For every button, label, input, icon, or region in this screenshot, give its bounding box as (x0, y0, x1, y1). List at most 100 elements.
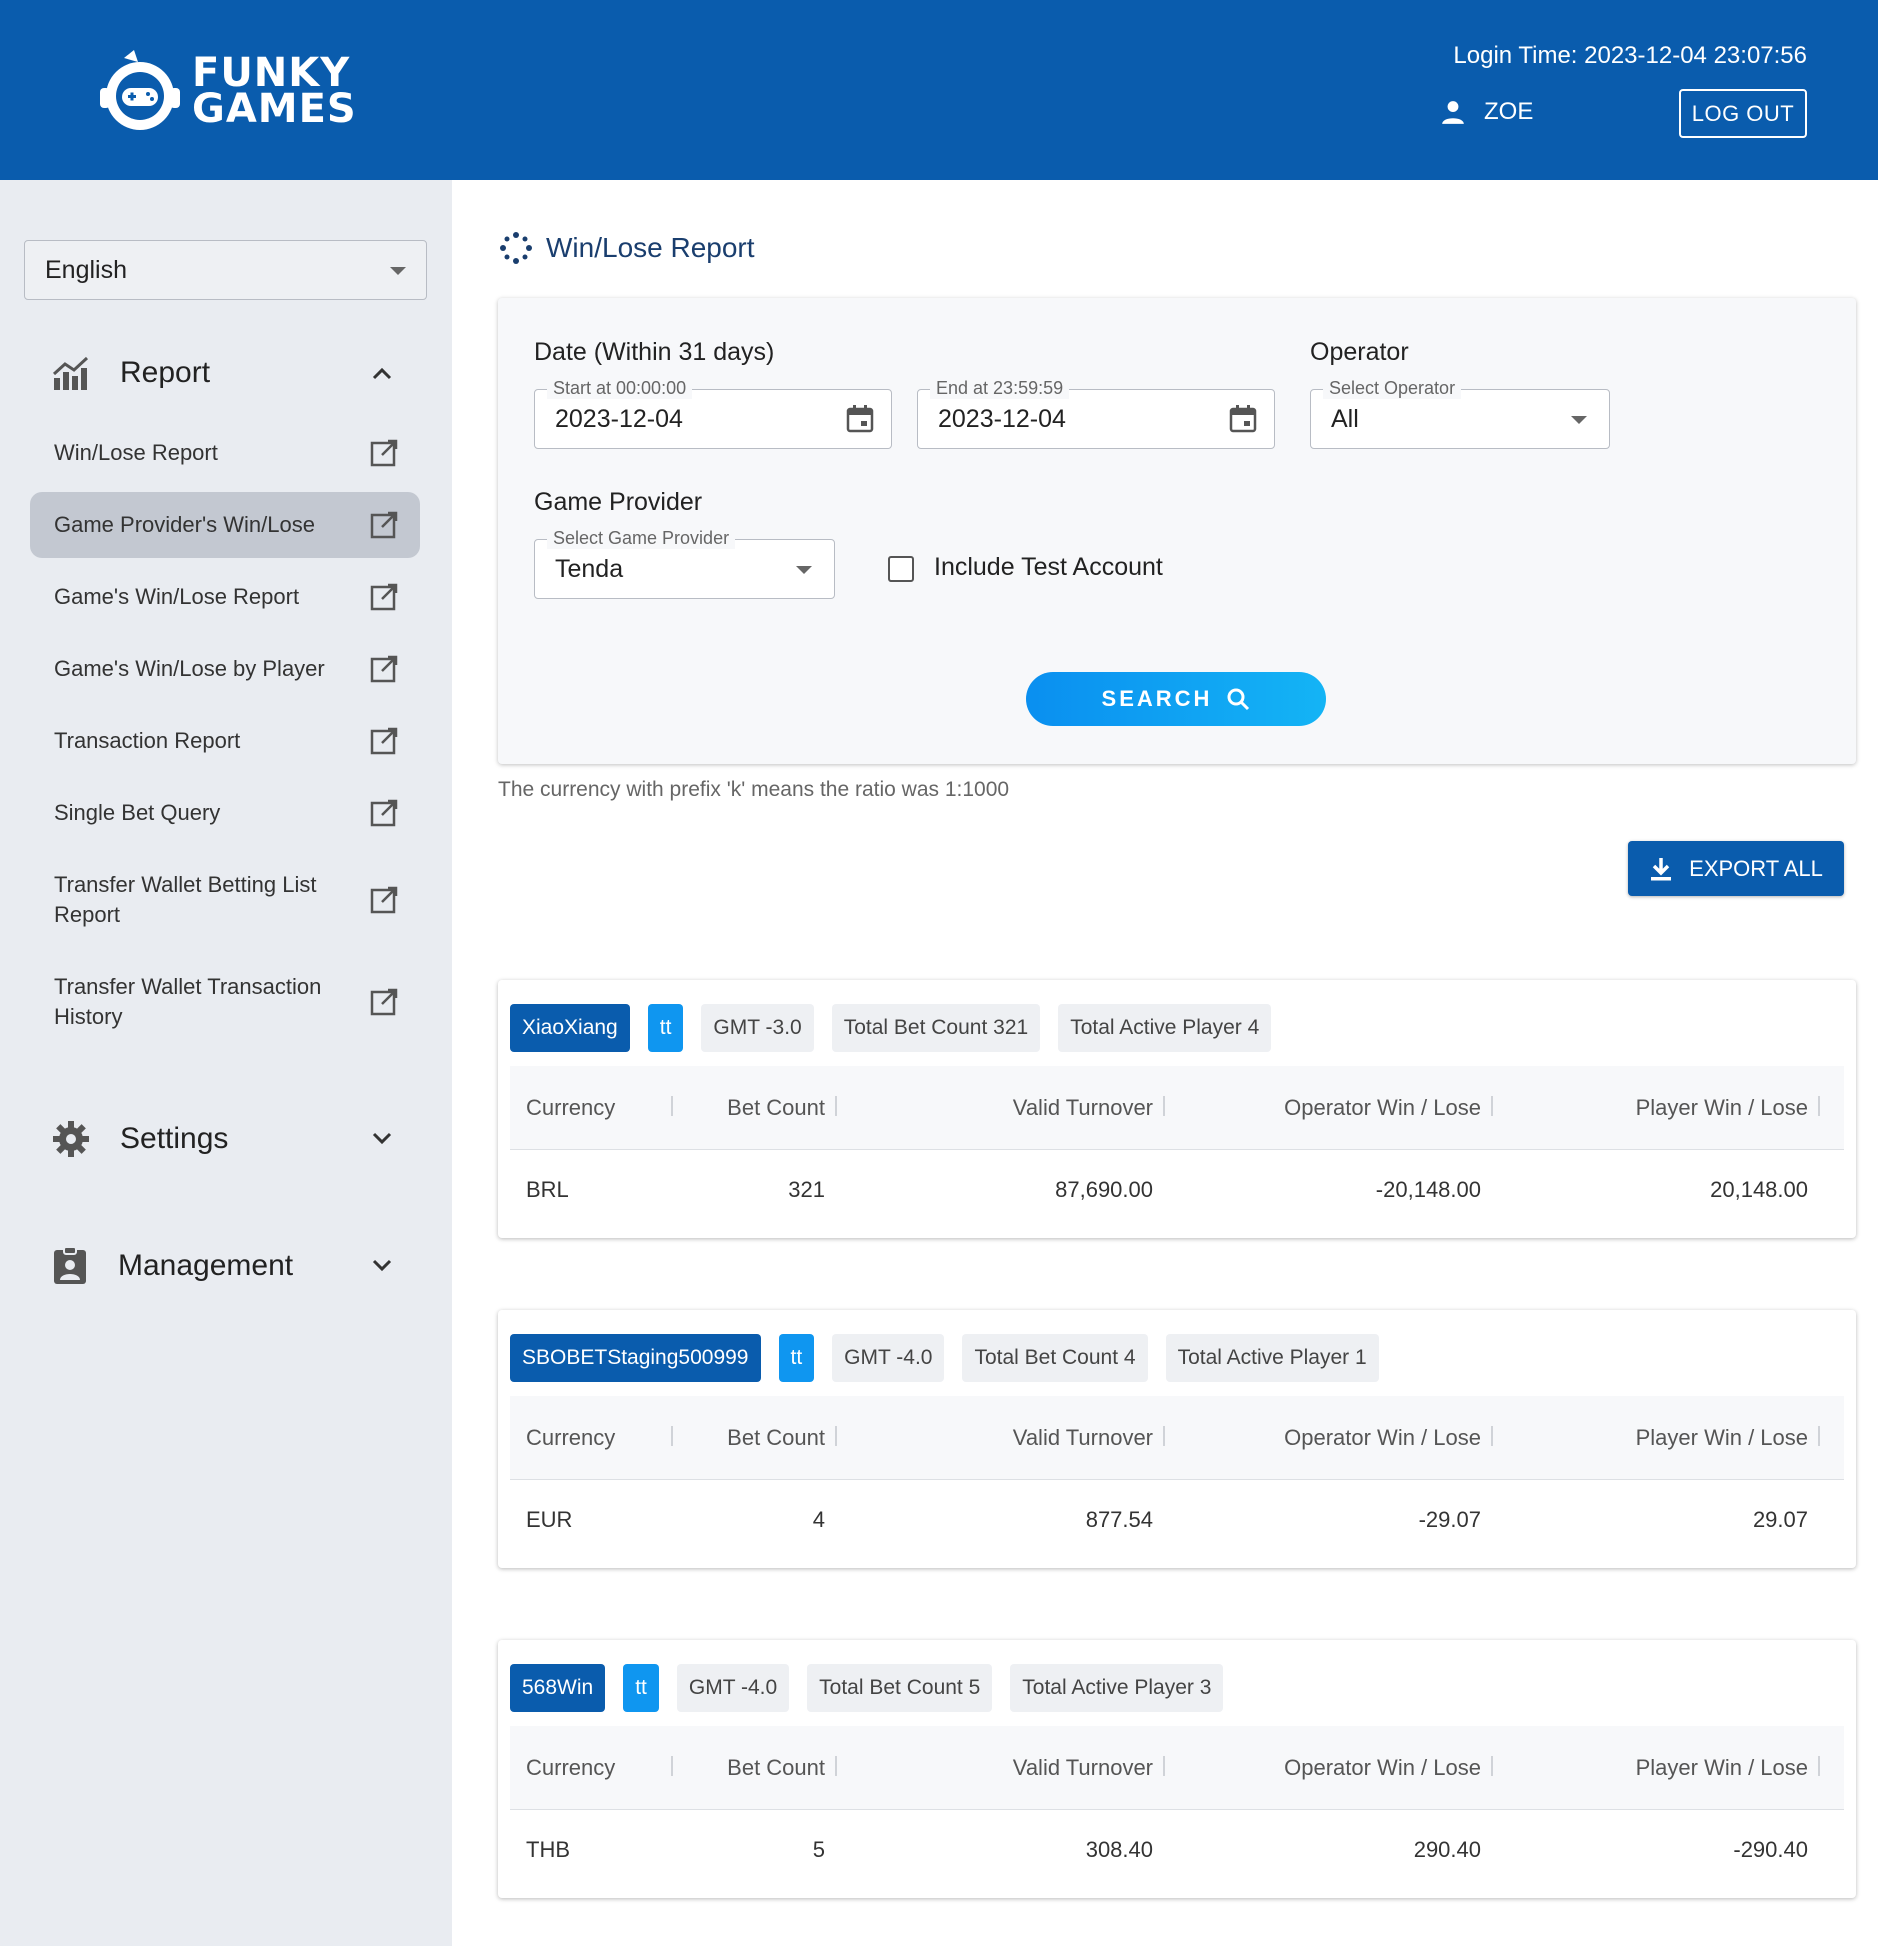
sidebar-item-label: Transfer Wallet Betting List Report (54, 872, 317, 927)
sidebar-item-transfer-wallet-betting-list[interactable]: Transfer Wallet Betting List Report (30, 858, 420, 942)
include-test-account-label[interactable]: Include Test Account (934, 553, 1163, 582)
operator-legend: Select Operator (1323, 377, 1462, 399)
operator-card: XiaoXiang tt GMT -3.0 Total Bet Count 32… (498, 980, 1856, 1238)
end-date-value: 2023-12-04 (938, 404, 1066, 433)
download-icon (1651, 857, 1672, 880)
start-date-value: 2023-12-04 (555, 404, 683, 433)
column-player-win-lose[interactable]: Player Win / Lose (510, 1396, 1808, 1479)
sidebar-item-win-lose-report[interactable]: Win/Lose Report (30, 420, 420, 486)
cell-player-win-lose: -290.40 (1733, 1837, 1808, 1862)
column-player-win-lose[interactable]: Player Win / Lose (510, 1726, 1808, 1809)
dropdown-arrow-icon (1571, 416, 1587, 424)
operator-tag-chip: tt (623, 1664, 659, 1712)
search-button-label: SEARCH (1101, 686, 1213, 711)
table-row: THB 5 308.40 290.40 -290.40 (510, 1810, 1844, 1890)
page-title: Win/Lose Report (500, 232, 755, 264)
table-row: BRL 321 87,690.00 -20,148.00 20,148.00 (510, 1150, 1844, 1230)
operator-chips: SBOBETStaging500999 tt GMT -4.0 Total Be… (510, 1334, 1379, 1382)
open-external-icon[interactable] (370, 886, 398, 914)
report-section-label: Report (120, 356, 211, 389)
operator-tag-chip: tt (647, 1004, 684, 1052)
brand-line-2: GAMES (192, 86, 357, 132)
sidebar: English Report Win/Lose Report Game Prov… (0, 180, 452, 1946)
sidebar-item-label: Transaction Report (54, 728, 241, 753)
chevron-up-icon[interactable] (372, 366, 392, 380)
operator-card: SBOBETStaging500999 tt GMT -4.0 Total Be… (498, 1310, 1856, 1568)
date-label: Date (Within 31 days) (534, 338, 775, 366)
table-header: Currency Bet Count Valid Turnover Operat… (510, 1396, 1844, 1480)
filter-panel: Date (Within 31 days) Start at 00:00:00 … (498, 298, 1856, 764)
sidebar-item-transaction-report[interactable]: Transaction Report (30, 708, 420, 774)
gear-icon (53, 1121, 89, 1157)
total-active-player-chip: Total Active Player 1 (1165, 1334, 1379, 1382)
operator-name-chip: 568Win (510, 1664, 606, 1712)
page-title-text: Win/Lose Report (546, 232, 755, 263)
operator-value: All (1331, 404, 1359, 433)
sidebar-item-label: Game's Win/Lose Report (54, 584, 300, 609)
funky-games-logo[interactable]: FUNKY GAMES (94, 48, 357, 134)
total-active-player-chip: Total Active Player 4 (1058, 1004, 1272, 1052)
export-all-button[interactable]: EXPORT ALL (1628, 841, 1844, 896)
sidebar-item-label: Transfer Wallet Transaction History (54, 974, 322, 1029)
sidebar-item-game-win-lose-report[interactable]: Game's Win/Lose Report (30, 564, 420, 630)
operator-tag-chip: tt (778, 1334, 815, 1382)
cell-player-win-lose: 29.07 (1752, 1507, 1808, 1532)
sidebar-item-label: Single Bet Query (54, 800, 221, 825)
gmt-chip: GMT -4.0 (832, 1334, 945, 1382)
open-external-icon[interactable] (370, 511, 398, 539)
sidebar-item-game-win-lose-by-player[interactable]: Game's Win/Lose by Player (30, 636, 420, 702)
operator-label: Operator (1310, 338, 1409, 366)
open-external-icon[interactable] (370, 655, 398, 683)
settings-section-label: Settings (120, 1122, 229, 1155)
settings-section-header[interactable]: Settings (52, 1120, 392, 1158)
total-bet-count-chip: Total Bet Count 321 (831, 1004, 1041, 1052)
table-row: EUR 4 877.54 -29.07 29.07 (510, 1480, 1844, 1560)
username: ZOE (1484, 98, 1534, 125)
clipboard-user-icon (54, 1246, 86, 1284)
dropdown-arrow-icon (390, 267, 406, 275)
operator-chips: XiaoXiang tt GMT -3.0 Total Bet Count 32… (510, 1004, 1272, 1052)
sidebar-item-label: Game's Win/Lose by Player (54, 656, 325, 681)
end-date-legend: End at 23:59:59 (930, 377, 1070, 399)
calendar-icon[interactable] (845, 404, 875, 434)
brand-wordmark: FUNKY GAMES (192, 53, 357, 132)
loading-spinner-icon (500, 232, 532, 264)
open-external-icon[interactable] (370, 583, 398, 611)
open-external-icon[interactable] (370, 988, 398, 1016)
operator-select[interactable]: Select Operator All (1310, 377, 1610, 449)
include-test-account-checkbox[interactable] (888, 556, 914, 582)
total-bet-count-chip: Total Bet Count 5 (807, 1664, 993, 1712)
sidebar-item-label: Game Provider's Win/Lose (54, 512, 315, 537)
operator-name-chip: SBOBETStaging500999 (510, 1334, 761, 1382)
sidebar-item-single-bet-query[interactable]: Single Bet Query (30, 780, 420, 846)
end-date-input[interactable]: End at 23:59:59 2023-12-04 (917, 377, 1275, 449)
sidebar-item-transfer-wallet-transaction-history[interactable]: Transfer Wallet Transaction History (30, 960, 420, 1044)
language-select[interactable]: English (24, 240, 427, 300)
operator-chips: 568Win tt GMT -4.0 Total Bet Count 5 Tot… (510, 1664, 1224, 1712)
open-external-icon[interactable] (370, 727, 398, 755)
gmt-chip: GMT -3.0 (701, 1004, 814, 1052)
dropdown-arrow-icon (796, 566, 812, 574)
game-provider-select[interactable]: Select Game Provider Tenda (534, 527, 835, 599)
column-player-win-lose[interactable]: Player Win / Lose (510, 1066, 1808, 1149)
user-display: ZOE (1440, 98, 1533, 126)
cell-player-win-lose: 20,148.00 (1710, 1177, 1808, 1202)
management-section-header[interactable]: Management (52, 1246, 392, 1286)
report-section-header[interactable]: Report (52, 356, 392, 390)
search-button[interactable]: SEARCH (1026, 672, 1326, 726)
sidebar-item-label: Win/Lose Report (54, 440, 218, 465)
start-date-legend: Start at 00:00:00 (547, 377, 693, 399)
language-value: English (45, 255, 127, 284)
open-external-icon[interactable] (370, 439, 398, 467)
game-provider-value: Tenda (555, 554, 624, 583)
calendar-icon[interactable] (1228, 404, 1258, 434)
logout-button[interactable]: LOG OUT (1679, 89, 1807, 138)
sidebar-item-game-provider-win-lose[interactable]: Game Provider's Win/Lose (30, 492, 420, 558)
gamepad-logo-icon (100, 50, 180, 130)
open-external-icon[interactable] (370, 799, 398, 827)
chevron-down-icon[interactable] (372, 1132, 392, 1146)
chevron-down-icon[interactable] (372, 1259, 392, 1273)
start-date-input[interactable]: Start at 00:00:00 2023-12-04 (534, 377, 892, 449)
chart-growth-icon (52, 356, 89, 390)
total-bet-count-chip: Total Bet Count 4 (962, 1334, 1148, 1382)
